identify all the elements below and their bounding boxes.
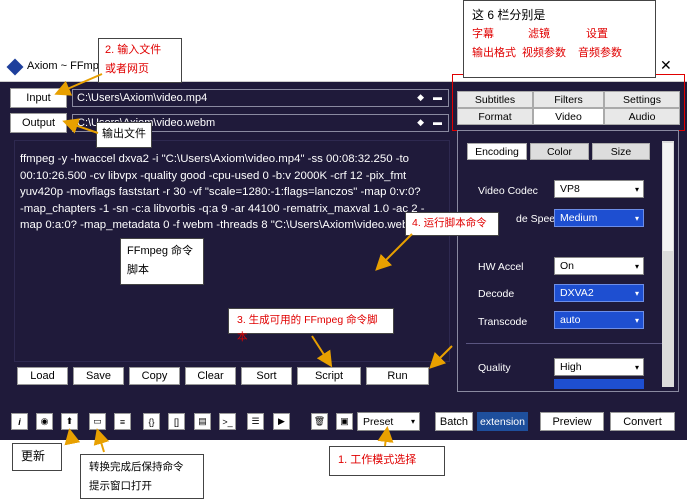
arrow (54, 73, 103, 96)
arrow (311, 335, 333, 368)
arrow (377, 426, 394, 447)
arrow (93, 428, 110, 453)
arrow (62, 118, 99, 134)
arrow (429, 345, 453, 369)
annotation-arrows (54, 73, 453, 453)
arrow (375, 233, 413, 271)
arrow (64, 428, 81, 446)
